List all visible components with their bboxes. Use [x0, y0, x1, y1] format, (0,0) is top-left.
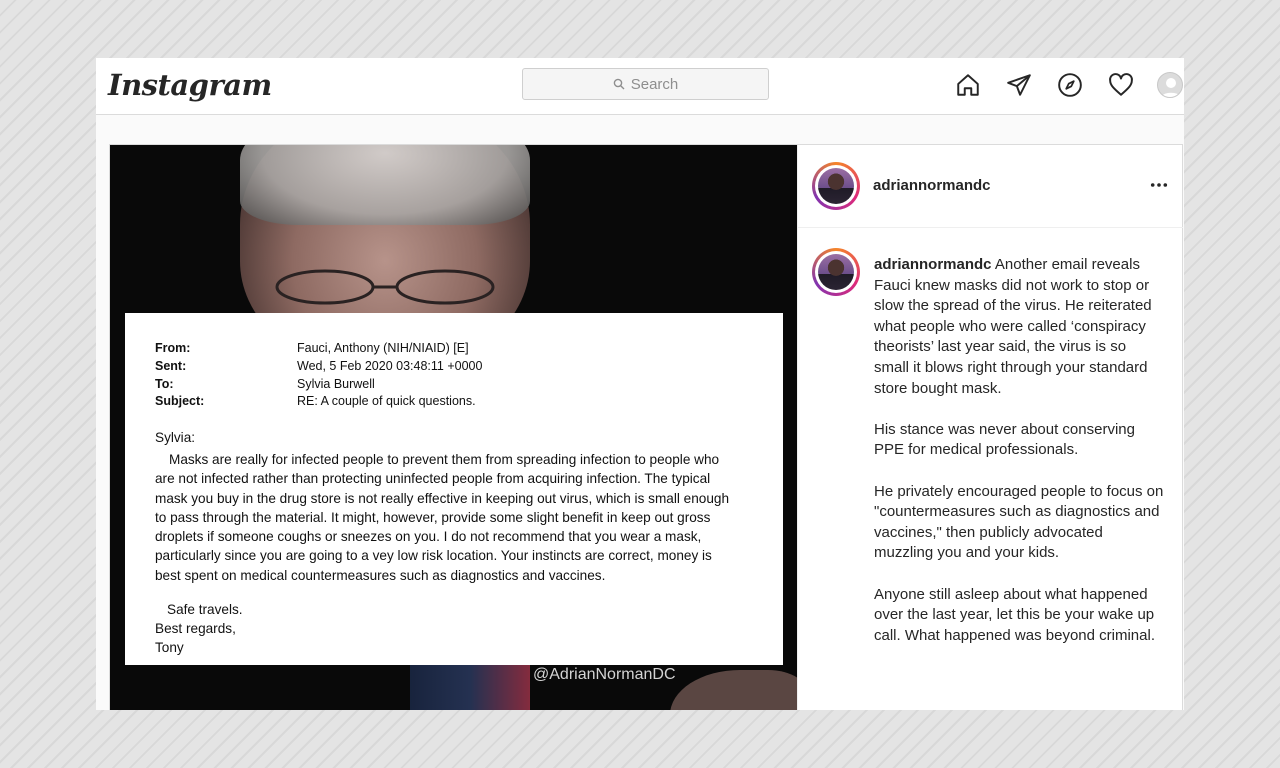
background-flag — [410, 665, 530, 710]
email-body-line: to pass through the material. It might, … — [155, 509, 711, 525]
caption-author[interactable]: adriannormandc — [874, 256, 992, 273]
email-to-value: Sylvia Burwell — [297, 377, 375, 391]
email-sent-value: Wed, 5 Feb 2020 03:48:11 +0000 — [297, 359, 483, 373]
instagram-window: Instagram Search From: Fauci, Anthony (N… — [96, 58, 1184, 710]
caption-paragraph: He privately encouraged people to focus … — [874, 482, 1164, 562]
email-to-label: To: — [155, 377, 174, 391]
email-from-row: From: Fauci, Anthony (NIH/NIAID) [E] — [155, 341, 469, 355]
email-sent-row: Sent: Wed, 5 Feb 2020 03:48:11 +0000 — [155, 359, 482, 373]
email-signature: Tony — [155, 640, 184, 655]
email-body-line: best spent on medical countermeasures su… — [155, 567, 606, 583]
post-image[interactable]: From: Fauci, Anthony (NIH/NIAID) [E] Sen… — [110, 145, 797, 710]
email-salutation: Sylvia: — [155, 430, 196, 445]
image-watermark: @AdrianNormanDC — [533, 666, 676, 683]
email-to-row: To: Sylvia Burwell — [155, 377, 375, 391]
post-card: From: Fauci, Anthony (NIH/NIAID) [E] Sen… — [109, 144, 1183, 710]
caption-paragraph: Anyone still asleep about what happened … — [874, 585, 1155, 644]
caption-paragraph: adriannormandc Another email reveals Fau… — [874, 255, 1164, 399]
top-navigation-bar: Instagram Search — [96, 58, 1184, 115]
activity-heart-icon[interactable] — [1107, 71, 1134, 98]
email-closing-regards: Best regards, — [155, 621, 236, 636]
email-subject-row: Subject: RE: A couple of quick questions… — [155, 394, 476, 408]
nav-icons — [954, 71, 1134, 98]
post-header: adriannormandc — [798, 145, 1183, 228]
portrait-hair — [240, 145, 530, 225]
more-dots-icon[interactable] — [1145, 171, 1173, 199]
portrait-hand — [670, 670, 797, 710]
home-icon[interactable] — [954, 71, 981, 98]
caption-author-avatar[interactable] — [812, 248, 860, 296]
email-subject-value: RE: A couple of quick questions. — [297, 394, 476, 408]
email-screenshot: From: Fauci, Anthony (NIH/NIAID) [E] Sen… — [125, 313, 783, 665]
email-body-line: particularly since you are going to a ve… — [155, 548, 712, 564]
email-subject-label: Subject: — [155, 394, 205, 408]
direct-icon[interactable] — [1005, 71, 1032, 98]
portrait-glasses — [275, 269, 495, 305]
post-caption: adriannormandc Another email reveals Fau… — [874, 255, 1164, 667]
email-body-line: mask you buy in the drug store is not re… — [155, 490, 730, 506]
profile-avatar[interactable] — [1157, 72, 1183, 98]
search-input[interactable]: Search — [522, 68, 769, 100]
email-body-line: are not infected rather than protecting … — [155, 471, 711, 487]
explore-icon[interactable] — [1056, 71, 1083, 98]
author-avatar[interactable] — [812, 162, 860, 210]
search-placeholder: Search — [630, 75, 679, 93]
email-body-line: Masks are really for infected people to … — [169, 452, 720, 467]
email-from-label: From: — [155, 341, 191, 355]
author-username[interactable]: adriannormandc — [873, 177, 991, 194]
caption-text: Another email reveals Fauci knew masks d… — [874, 256, 1152, 397]
email-from-value: Fauci, Anthony (NIH/NIAID) [E] — [297, 341, 469, 355]
email-body: Masks are really for infected people to … — [155, 450, 775, 585]
email-closing-travels: Safe travels. — [167, 602, 243, 617]
instagram-logo[interactable]: Instagram — [108, 68, 272, 102]
email-sent-label: Sent: — [155, 359, 187, 373]
email-body-line: droplets if someone coughs or sneezes on… — [155, 529, 702, 545]
caption-paragraph: His stance was never about conserving PP… — [874, 420, 1135, 459]
search-icon — [613, 78, 625, 90]
post-sidebar: adriannormandc adriannormandc Another em… — [797, 145, 1183, 710]
